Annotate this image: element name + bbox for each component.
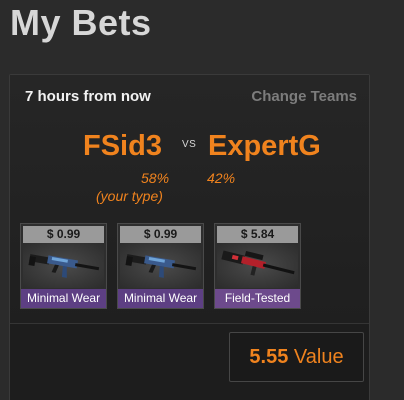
ak47-rifle-icon xyxy=(23,243,104,288)
item-price: $ 5.84 xyxy=(217,226,298,243)
bet-panel: 7 hours from now Change Teams FSid3 VS E… xyxy=(9,74,370,400)
bet-item[interactable]: $ 0.99 Minimal Wear xyxy=(20,223,107,309)
value-label: Value xyxy=(293,346,344,368)
team-left-percent: 58% xyxy=(141,170,170,186)
item-condition: Field-Tested xyxy=(215,289,300,308)
match-time: 7 hours from now xyxy=(25,88,151,105)
team-left-name: FSid3 xyxy=(83,130,162,162)
sniper-rifle-icon xyxy=(217,243,298,288)
bet-panel-header: 7 hours from now Change Teams FSid3 VS E… xyxy=(10,75,369,324)
item-price: $ 0.99 xyxy=(120,226,201,243)
bet-item[interactable]: $ 5.84 Field-Tested xyxy=(214,223,301,309)
value-amount: 5.55 xyxy=(249,346,289,368)
your-type-label: (your type) xyxy=(96,188,163,204)
page-title: My Bets xyxy=(10,2,152,43)
page: My Bets 7 hours from now Change Teams FS… xyxy=(0,0,404,400)
value-box: 5.55 Value xyxy=(229,332,364,382)
change-teams-link[interactable]: Change Teams xyxy=(251,88,357,105)
bet-item[interactable]: $ 0.99 Minimal Wear xyxy=(117,223,204,309)
team-right-percent: 42% xyxy=(207,170,236,186)
item-condition: Minimal Wear xyxy=(118,289,203,308)
team-right-name: ExpertG xyxy=(208,130,321,162)
ak47-rifle-icon xyxy=(120,243,201,288)
item-price: $ 0.99 xyxy=(23,226,104,243)
vs-label: VS xyxy=(182,139,197,150)
right-margin xyxy=(376,74,404,400)
item-condition: Minimal Wear xyxy=(21,289,106,308)
